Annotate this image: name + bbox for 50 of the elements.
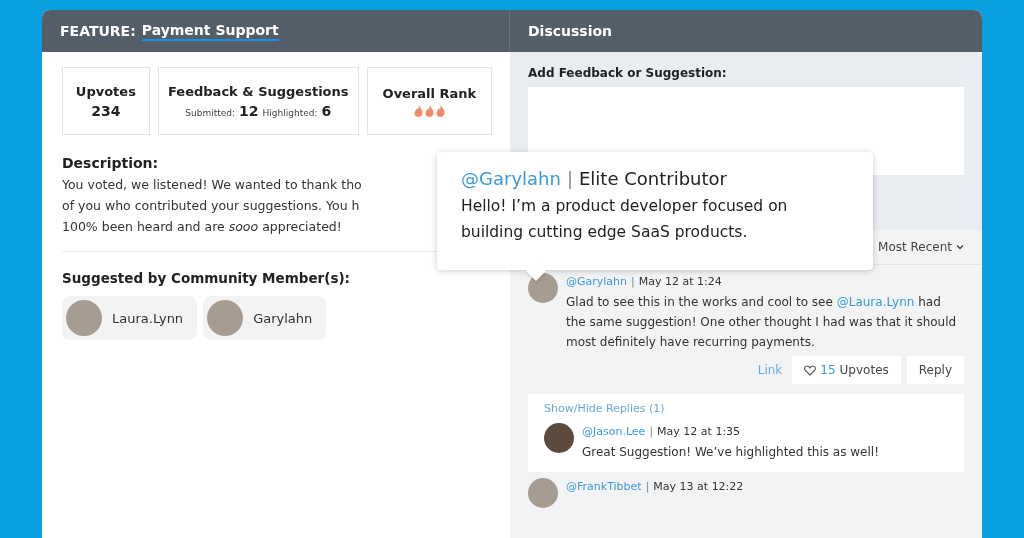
stat-label: Feedback & Suggestions <box>168 83 349 99</box>
member-chip[interactable]: Laura.Lynn <box>62 296 198 340</box>
link-button[interactable]: Link <box>757 363 783 377</box>
avatar-icon <box>544 423 574 453</box>
stat-value: 6 <box>321 102 332 119</box>
avatar-icon <box>207 300 244 336</box>
tooltip-bio: Hello! I’m a product developer focused on building cutting edge SaaS products. <box>461 196 789 243</box>
flame-icon <box>435 104 445 117</box>
comment-text: Great Suggestion! We’ve highlighted this as well! <box>582 444 880 461</box>
members-title: Suggested by Community Member(s): <box>62 270 351 286</box>
separator: | <box>631 275 635 288</box>
flame-icon <box>413 104 423 117</box>
separator: | <box>649 425 654 438</box>
sort-dropdown[interactable]: Most Recent <box>878 240 964 254</box>
separator: | <box>645 480 650 493</box>
user-handle[interactable]: @Garylahn <box>566 275 628 288</box>
avatar-icon <box>528 273 558 303</box>
reply-button[interactable]: Reply <box>906 356 964 384</box>
flame-icon <box>424 104 434 117</box>
comment-date: May 12 at 1:24 <box>638 275 722 288</box>
comment-date: May 12 at 1:35 <box>657 425 741 438</box>
avatar-icon <box>528 478 558 508</box>
discussion-title: Discussion <box>528 23 613 39</box>
tooltip-handle: @Garylahn <box>461 168 561 189</box>
user-handle[interactable]: @Jason.Lee <box>582 425 646 438</box>
description-text: 100% been heard and are sooo appreciated! <box>62 218 342 236</box>
feature-name: Payment Support <box>141 21 279 41</box>
feature-label: FEATURE: <box>60 23 136 39</box>
show-hide-replies-link[interactable]: Show/Hide Replies (1) <box>544 402 948 415</box>
stat-label: Upvotes <box>75 83 136 99</box>
stat-label: Overall Rank <box>382 85 477 101</box>
user-handle[interactable]: @FrankTibbet <box>566 480 642 493</box>
description-text: of you who contributed your suggestions. You h <box>62 197 360 215</box>
heart-icon <box>804 364 817 376</box>
description-title: Description: <box>62 155 160 171</box>
stat-label: Highlighted: <box>262 107 318 118</box>
description-text: You voted, we listened! We wanted to thank tho <box>62 176 362 194</box>
comment-text: Glad to see this in the works and cool to see @Laura.Lynn had the same suggestion! One other thought I had was that it should most definitely have recurring payments. <box>566 294 958 351</box>
feedback-label: Add Feedback or Suggestion: <box>528 66 728 80</box>
tooltip-role: Elite Contributor <box>578 168 727 189</box>
avatar-icon <box>66 300 102 336</box>
stat-label: Submitted: <box>185 107 236 118</box>
separator: | <box>566 168 573 189</box>
upvote-button[interactable]: 15 Upvotes <box>792 356 901 384</box>
mention-link[interactable]: @Laura.Lynn <box>836 295 915 309</box>
stat-value: 12 <box>239 102 259 119</box>
stat-value: 234 <box>91 102 121 119</box>
caret-icon <box>956 244 964 250</box>
comment-date: May 13 at 12:22 <box>653 480 744 493</box>
member-chip[interactable]: Garylahn <box>203 296 327 340</box>
